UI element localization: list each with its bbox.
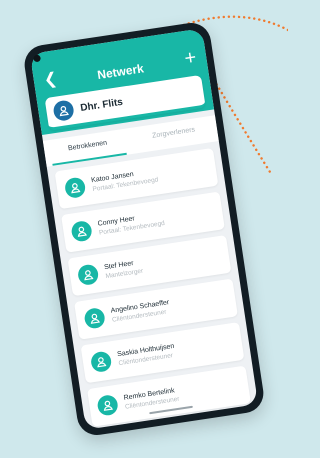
person-icon — [89, 350, 113, 374]
profile-name: Dhr. Flits — [79, 96, 124, 114]
person-icon — [83, 306, 107, 330]
person-icon — [52, 99, 75, 122]
person-icon — [76, 263, 100, 287]
contact-list: Katoo Jansen Portaal: Tekenbevoegd Conny… — [47, 141, 258, 428]
person-icon — [63, 176, 87, 200]
plus-icon[interactable]: + — [183, 47, 198, 70]
person-icon — [70, 219, 94, 243]
person-icon — [96, 393, 120, 417]
